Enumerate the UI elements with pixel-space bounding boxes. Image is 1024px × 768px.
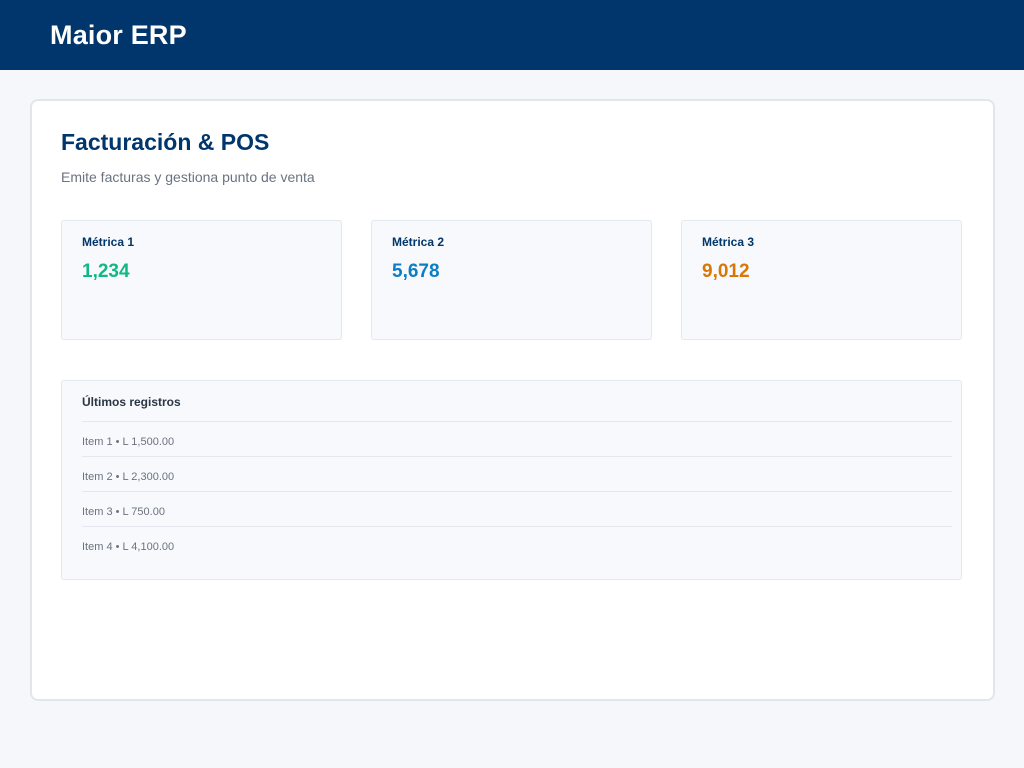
metric-label: Métrica 1 bbox=[82, 235, 135, 249]
record-item[interactable]: Item 4 • L 4,100.00 bbox=[82, 526, 952, 561]
top-bar: Maior ERP bbox=[0, 0, 1024, 70]
records-list: Item 1 • L 1,500.00 Item 2 • L 2,300.00 … bbox=[82, 421, 952, 561]
metric-label: Métrica 3 bbox=[702, 235, 755, 249]
metric-value: 9,012 bbox=[702, 261, 750, 282]
record-item[interactable]: Item 3 • L 750.00 bbox=[82, 491, 952, 526]
metric-label: Métrica 2 bbox=[392, 235, 445, 249]
metric-value: 5,678 bbox=[392, 261, 440, 282]
app-brand[interactable]: Maior ERP bbox=[50, 20, 187, 51]
page-title: Facturación & POS bbox=[61, 129, 270, 155]
recent-records-panel: Últimos registros Item 1 • L 1,500.00 It… bbox=[61, 380, 962, 580]
record-item[interactable]: Item 1 • L 1,500.00 bbox=[82, 421, 952, 456]
page-subtitle: Emite facturas y gestiona punto de venta bbox=[61, 169, 315, 185]
metric-card-2: Métrica 2 5,678 bbox=[371, 220, 652, 340]
records-title: Últimos registros bbox=[82, 395, 181, 409]
record-item[interactable]: Item 2 • L 2,300.00 bbox=[82, 456, 952, 491]
metric-value: 1,234 bbox=[82, 261, 130, 282]
main-panel: Facturación & POS Emite facturas y gesti… bbox=[30, 99, 995, 701]
metric-card-3: Métrica 3 9,012 bbox=[681, 220, 962, 340]
metric-card-1: Métrica 1 1,234 bbox=[61, 220, 342, 340]
